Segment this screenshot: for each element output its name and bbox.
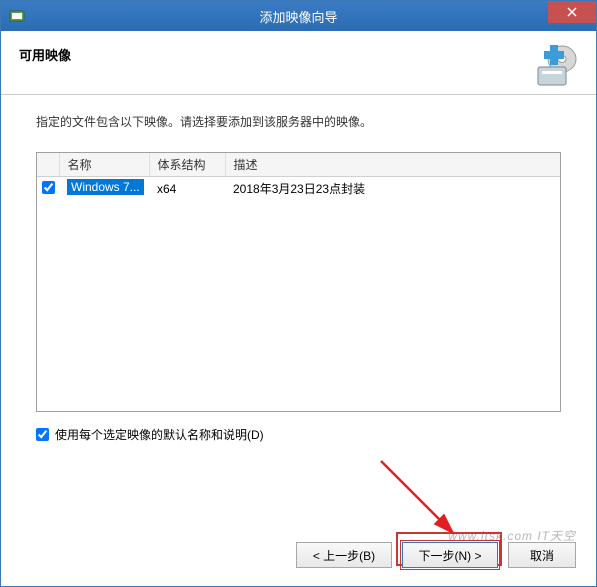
table-row[interactable]: Windows 7... x64 2018年3月23日23点封装	[37, 177, 560, 201]
window-title: 添加映像向导	[259, 7, 337, 26]
column-header-check[interactable]	[37, 153, 59, 177]
image-table[interactable]: 名称 体系结构 描述 Windows 7... x64 2018年3月23日23…	[36, 152, 561, 412]
close-button[interactable]	[548, 1, 596, 23]
button-row: < 上一步(B) 下一步(N) > 取消	[296, 542, 576, 568]
instruction-text: 指定的文件包含以下映像。请选择要添加到该服务器中的映像。	[36, 113, 561, 130]
row-desc: 2018年3月23日23点封装	[225, 177, 560, 201]
row-name-cell[interactable]: Windows 7...	[59, 177, 149, 201]
content-area: 指定的文件包含以下映像。请选择要添加到该服务器中的映像。 名称 体系结构 描述	[1, 95, 596, 453]
app-icon	[9, 8, 25, 24]
column-header-name[interactable]: 名称	[59, 153, 149, 177]
column-header-arch[interactable]: 体系结构	[149, 153, 225, 177]
cancel-button[interactable]: 取消	[508, 542, 576, 568]
wizard-window: 添加映像向导 可用映像 指定的文件包含以下映像。请选择要添加到该服务器中的映像。	[0, 0, 597, 587]
back-button[interactable]: < 上一步(B)	[296, 542, 392, 568]
row-checkbox-cell	[37, 177, 59, 201]
table-header-row: 名称 体系结构 描述	[37, 153, 560, 177]
close-icon	[567, 7, 577, 17]
next-button[interactable]: 下一步(N) >	[402, 542, 498, 568]
row-checkbox[interactable]	[42, 181, 55, 194]
use-default-checkbox[interactable]	[36, 428, 49, 441]
page-title: 可用映像	[19, 43, 71, 64]
row-name: Windows 7...	[67, 179, 144, 195]
use-default-option[interactable]: 使用每个选定映像的默认名称和说明(D)	[36, 426, 561, 443]
column-header-desc[interactable]: 描述	[225, 153, 560, 177]
titlebar: 添加映像向导	[1, 1, 596, 31]
use-default-label: 使用每个选定映像的默认名称和说明(D)	[55, 426, 264, 443]
row-arch: x64	[149, 177, 225, 201]
image-wizard-icon	[532, 43, 578, 89]
wizard-header: 可用映像	[1, 31, 596, 95]
